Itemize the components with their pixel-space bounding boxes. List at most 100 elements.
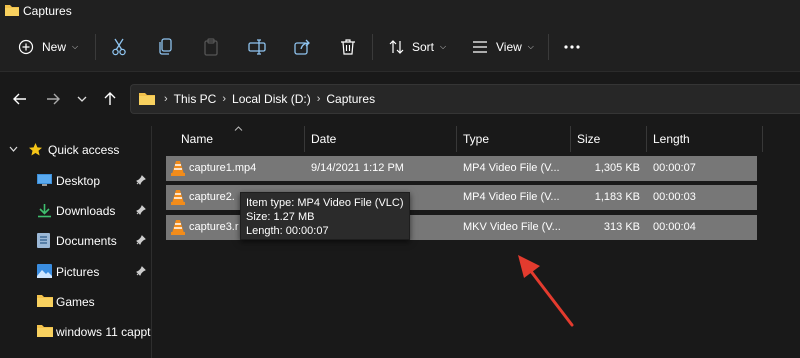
arrow-left-icon bbox=[13, 93, 26, 105]
folder-icon bbox=[5, 5, 19, 16]
chevron-down-icon bbox=[77, 96, 87, 102]
column-header-label: Type bbox=[463, 132, 490, 146]
vlc-file-icon bbox=[171, 190, 185, 205]
delete-button[interactable] bbox=[340, 34, 356, 60]
column-divider[interactable] bbox=[762, 126, 763, 152]
more-icon bbox=[564, 45, 580, 49]
column-header-label: Length bbox=[653, 132, 690, 146]
new-label: New bbox=[42, 40, 67, 54]
file-date: 9/14/2021 1:12 PM bbox=[311, 162, 404, 174]
column-header-label: Date bbox=[311, 132, 337, 146]
file-size: 1,305 KB bbox=[594, 162, 640, 174]
sidebar-item-games[interactable]: Games bbox=[0, 289, 152, 315]
navigation-pane: Quick access Desktop Downloads Documents bbox=[0, 126, 152, 358]
breadcrumb-captures[interactable]: Captures bbox=[326, 92, 375, 106]
sidebar-item-desktop[interactable]: Desktop bbox=[0, 168, 152, 194]
file-type: MP4 Video File (V... bbox=[463, 162, 560, 174]
cut-button[interactable] bbox=[111, 34, 127, 60]
copy-icon bbox=[159, 38, 172, 55]
column-header-size[interactable]: Size bbox=[577, 126, 637, 152]
column-header-length[interactable]: Length bbox=[653, 126, 733, 152]
column-header-date[interactable]: Date bbox=[311, 126, 451, 152]
window-title: Captures bbox=[23, 4, 72, 18]
sidebar-item-pictures[interactable]: Pictures bbox=[0, 259, 152, 285]
pin-icon bbox=[136, 235, 146, 245]
toolbar-divider bbox=[95, 34, 96, 60]
table-row[interactable]: capture1.mp4 9/14/2021 1:12 PM MP4 Video… bbox=[166, 156, 757, 181]
sort-button[interactable]: Sort ⌵ bbox=[389, 34, 446, 60]
sort-icon bbox=[389, 40, 404, 54]
column-header-type[interactable]: Type bbox=[463, 126, 563, 152]
rename-icon bbox=[248, 39, 266, 55]
chevron-right-icon: › bbox=[316, 93, 321, 105]
file-length: 00:00:03 bbox=[653, 191, 696, 203]
file-length: 00:00:04 bbox=[653, 221, 696, 233]
sidebar-item-quick-access[interactable]: Quick access bbox=[0, 137, 152, 163]
chevron-down-icon: ⌵ bbox=[527, 42, 534, 51]
column-header-label: Name bbox=[181, 132, 214, 146]
file-name: capture3.r bbox=[189, 221, 239, 233]
chevron-right-icon: › bbox=[164, 93, 168, 105]
rename-button[interactable] bbox=[248, 34, 266, 60]
tooltip-size: Size: 1.27 MB bbox=[246, 211, 315, 223]
file-list: Name Date Type Size Length capture1.mp4 … bbox=[153, 126, 800, 358]
sidebar-item-downloads[interactable]: Downloads bbox=[0, 198, 152, 224]
sidebar-item-label: Desktop bbox=[56, 174, 101, 188]
view-label: View bbox=[496, 40, 522, 54]
pin-icon bbox=[136, 175, 146, 185]
sidebar-item-windows-11-cappture[interactable]: windows 11 cappture bbox=[0, 319, 152, 345]
document-icon bbox=[37, 233, 50, 248]
paste-icon bbox=[204, 38, 218, 56]
sidebar-item-label: Documents bbox=[56, 234, 117, 248]
toolbar-divider bbox=[548, 34, 549, 60]
pin-icon bbox=[136, 205, 146, 215]
file-length: 00:00:07 bbox=[653, 162, 696, 174]
download-icon bbox=[38, 204, 51, 218]
sidebar-item-label: Downloads bbox=[56, 204, 116, 218]
sidebar-item-documents[interactable]: Documents bbox=[0, 228, 152, 254]
back-button[interactable] bbox=[10, 89, 30, 109]
vlc-file-icon bbox=[171, 161, 185, 176]
copy-button[interactable] bbox=[158, 34, 174, 60]
command-bar: New ⌵ Sort ⌵ View ⌵ bbox=[0, 22, 800, 72]
plus-circle-icon bbox=[18, 39, 34, 55]
column-divider[interactable] bbox=[570, 126, 571, 152]
share-icon bbox=[294, 39, 310, 55]
arrow-right-icon bbox=[47, 93, 60, 105]
more-options-button[interactable] bbox=[564, 34, 580, 60]
breadcrumb-this-pc[interactable]: This PC bbox=[174, 92, 217, 106]
file-type: MKV Video File (V... bbox=[463, 221, 561, 233]
file-size: 1,183 KB bbox=[594, 191, 640, 203]
scissors-icon bbox=[112, 38, 126, 56]
address-bar[interactable]: › This PC › Local Disk (D:) › Captures bbox=[130, 84, 800, 114]
file-size: 313 KB bbox=[603, 221, 640, 233]
view-button[interactable]: View ⌵ bbox=[472, 34, 534, 60]
forward-button[interactable] bbox=[43, 89, 63, 109]
column-divider[interactable] bbox=[456, 126, 457, 152]
new-button[interactable]: New ⌵ bbox=[18, 34, 78, 60]
title-bar: Captures bbox=[0, 0, 800, 22]
sidebar-item-label: windows 11 cappture bbox=[56, 325, 151, 339]
up-button[interactable] bbox=[100, 89, 120, 109]
breadcrumb-local-disk[interactable]: Local Disk (D:) bbox=[232, 92, 311, 106]
vlc-file-icon bbox=[171, 220, 185, 235]
folder-icon bbox=[139, 93, 155, 105]
recent-locations-button[interactable] bbox=[72, 89, 92, 109]
paste-button[interactable] bbox=[203, 34, 219, 60]
folder-icon bbox=[37, 295, 53, 307]
share-button[interactable] bbox=[294, 34, 312, 60]
annotation-arrow-icon bbox=[518, 255, 574, 327]
sidebar-item-label: Quick access bbox=[48, 143, 120, 157]
column-header-name[interactable]: Name bbox=[181, 126, 301, 152]
file-info-tooltip: Item type: MP4 Video File (VLC) Size: 1.… bbox=[240, 192, 410, 240]
column-divider[interactable] bbox=[304, 126, 305, 152]
star-icon bbox=[29, 143, 42, 156]
column-divider[interactable] bbox=[646, 126, 647, 152]
sidebar-item-label: Pictures bbox=[56, 265, 100, 279]
chevron-down-icon: ⌵ bbox=[440, 42, 447, 51]
view-list-icon bbox=[473, 41, 487, 53]
folder-icon bbox=[37, 325, 53, 337]
sort-label: Sort bbox=[412, 40, 435, 54]
desktop-icon bbox=[37, 174, 52, 186]
tooltip-length: Length: 00:00:07 bbox=[246, 225, 329, 237]
